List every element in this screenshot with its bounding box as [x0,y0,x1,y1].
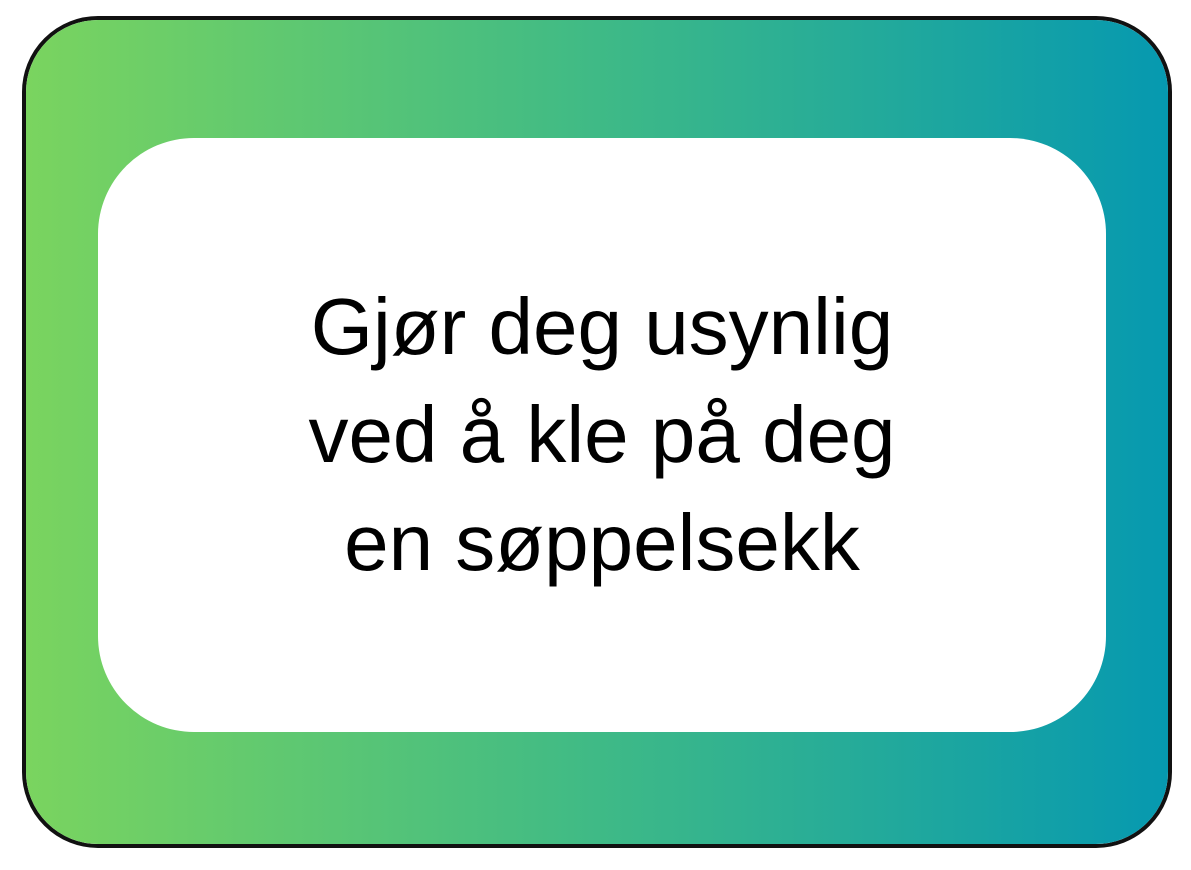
card-text-line-3: en søppelsekk [344,498,860,587]
card-text-line-1: Gjør deg usynlig [310,282,894,371]
card-text-line-2: ved å kle på deg [308,390,896,479]
card-frame: Gjør deg usynlig ved å kle på deg en søp… [22,16,1172,848]
card-text: Gjør deg usynlig ved å kle på deg en søp… [308,273,895,597]
card-text-panel: Gjør deg usynlig ved å kle på deg en søp… [98,138,1106,732]
